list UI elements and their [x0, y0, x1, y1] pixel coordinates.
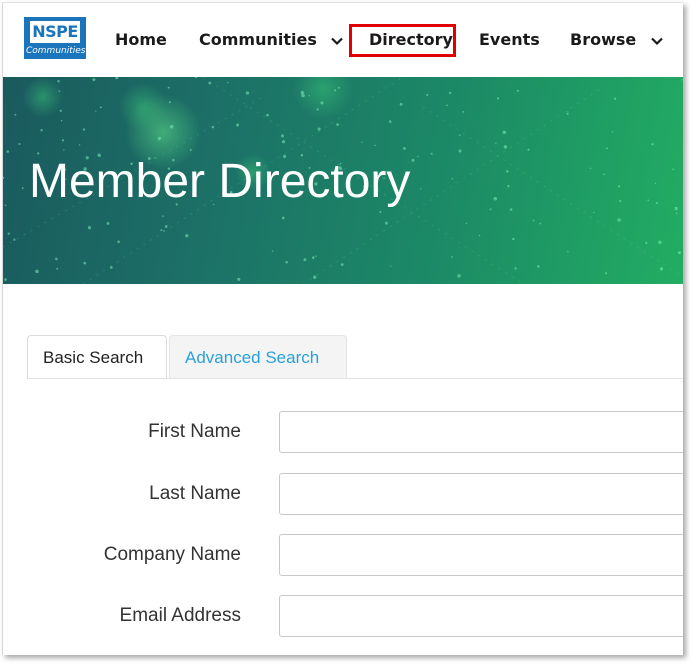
nav-home-label: Home	[115, 30, 167, 49]
hero-banner: Member Directory	[3, 77, 683, 284]
company-name-label: Company Name	[103, 544, 241, 565]
screenshot-frame: NSPE Communities Home Communities Direct…	[2, 2, 683, 655]
nav-browse-label: Browse	[570, 30, 637, 49]
tab-basic-search-label: Basic Search	[43, 348, 144, 367]
tab-advanced-search[interactable]: Advanced Search	[169, 335, 347, 379]
nav-communities-label: Communities	[199, 30, 317, 49]
email-address-input[interactable]	[279, 595, 683, 637]
page-title: Member Directory	[29, 155, 411, 208]
logo-subtext: Communities	[26, 46, 86, 56]
nav-events-label: Events	[479, 30, 540, 49]
nav-home[interactable]: Home	[115, 27, 167, 53]
nspe-logo[interactable]: NSPE Communities	[24, 17, 86, 59]
email-address-label: Email Address	[119, 605, 241, 626]
nav-events[interactable]: Events	[479, 27, 540, 53]
last-name-input[interactable]	[279, 473, 683, 515]
nav-browse[interactable]: Browse	[570, 27, 664, 53]
chevron-down-icon	[651, 37, 663, 45]
company-name-input[interactable]	[279, 534, 683, 576]
last-name-label: Last Name	[149, 483, 241, 504]
tab-basic-search[interactable]: Basic Search	[27, 335, 167, 379]
nav-communities[interactable]: Communities	[199, 27, 344, 53]
first-name-label: First Name	[148, 421, 241, 442]
tab-advanced-search-label: Advanced Search	[185, 348, 320, 367]
top-navigation: NSPE Communities Home Communities Direct…	[3, 3, 683, 77]
first-name-input[interactable]	[279, 411, 683, 453]
logo-text: NSPE	[30, 21, 80, 43]
directory-highlight-box	[349, 24, 456, 57]
tabs-divider	[27, 378, 683, 379]
chevron-down-icon	[331, 37, 344, 45]
